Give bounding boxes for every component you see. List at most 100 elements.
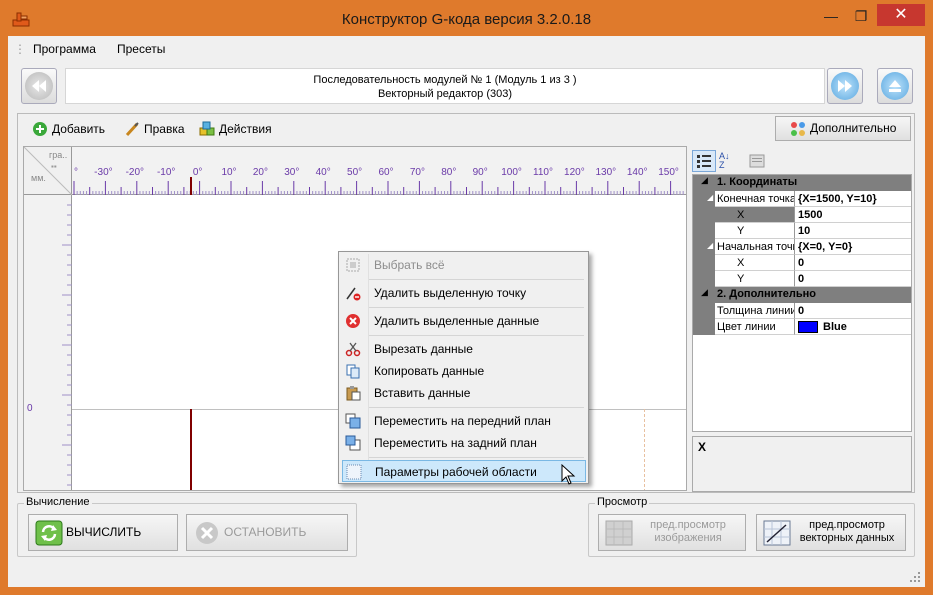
workspace-icon	[346, 464, 362, 480]
actions-button[interactable]: Действия	[199, 120, 272, 138]
prev-module-button[interactable]	[21, 68, 57, 104]
ruler-tick-label: 50°	[347, 167, 362, 178]
prop-start-x[interactable]: X0	[693, 255, 911, 271]
delete-point-icon	[346, 287, 361, 301]
more-button[interactable]: Дополнительно	[775, 116, 911, 141]
ruler-tick-label: °	[74, 167, 78, 178]
select-all-icon	[346, 258, 360, 272]
expand-icon: ◢	[707, 241, 714, 250]
collapse-icon: ◢	[701, 287, 708, 297]
ruler-left-ticks	[62, 204, 72, 486]
property-description: X	[692, 436, 912, 492]
calculate-button[interactable]: ВЫЧИСЛИТЬ	[28, 514, 178, 551]
vector-preview-icon	[763, 520, 791, 546]
work-area-border	[644, 409, 645, 490]
ruler-tick-label: 100°	[501, 167, 522, 178]
ruler-tick-label: 20°	[253, 167, 268, 178]
menu-bar: ⋮ Программа Пресеты	[8, 38, 925, 60]
copy-icon	[346, 364, 360, 379]
ruler-tick-label: 10°	[221, 167, 236, 178]
ruler-units-degrees: гра..	[49, 150, 68, 160]
edit-button[interactable]: Правка	[124, 120, 185, 138]
close-button[interactable]: ✕	[877, 4, 925, 26]
resize-grip-icon[interactable]	[909, 571, 921, 583]
minimize-button[interactable]: —	[818, 6, 844, 26]
ruler-tick-label: -30°	[94, 167, 112, 178]
ruler-left[interactable]: 0	[24, 195, 72, 490]
property-pages-button[interactable]	[748, 152, 766, 170]
stop-button[interactable]: ОСТАНОВИТЬ	[186, 514, 348, 551]
mouse-cursor-icon	[561, 464, 576, 485]
next-module-button[interactable]	[827, 68, 863, 104]
ruler-zero-marker	[190, 177, 192, 195]
prop-end-x[interactable]: X 1500	[693, 207, 911, 223]
menu-workspace-params[interactable]: Параметры рабочей области	[342, 460, 586, 482]
prop-start-y[interactable]: Y0	[693, 271, 911, 287]
refresh-icon	[35, 520, 63, 546]
paste-icon	[346, 386, 361, 401]
sort-az-button[interactable]: A↓ Z	[719, 152, 739, 172]
category-additional[interactable]: ◢ 2. Дополнительно	[693, 287, 911, 303]
menu-paste[interactable]: Вставить данные	[342, 382, 586, 404]
menu-cut[interactable]: Вырезать данные	[342, 338, 586, 360]
fast-forward-icon	[831, 72, 859, 100]
brush-icon	[125, 122, 139, 137]
prop-line-color[interactable]: Цвет линии Blue	[693, 319, 911, 335]
menu-program[interactable]: Программа	[33, 42, 96, 56]
ruler-corner: гра.. мм. ▪▪	[24, 147, 72, 195]
ruler-tick-label: 0°	[193, 167, 203, 178]
category-coordinates[interactable]: ◢ 1. Координаты	[693, 175, 911, 191]
preview-image-button[interactable]: пред.просмотр изображения	[598, 514, 746, 551]
categorized-view-button[interactable]	[692, 150, 716, 172]
ruler-tick-label: 70°	[410, 167, 425, 178]
ruler-tick-label: 150°	[658, 167, 679, 178]
sort-az-icon: A↓ Z	[719, 151, 730, 170]
ruler-top[interactable]: ° -30° -20° -10° 0° 10° 20° 30° 40° 50° 60° 70° 80° 9…	[72, 147, 686, 195]
preview-vector-button[interactable]: пред.просмотр векторных данных	[756, 514, 906, 551]
preview-group: Просмотр пред.просмотр изображения пред.…	[588, 496, 915, 557]
property-table: ◢ 1. Координаты ◢ Конечная точка {X=1500, Y…	[692, 174, 912, 432]
sequence-line-1: Последовательность модулей № 1 (Модуль 1…	[313, 74, 577, 86]
ruler-tick-label: -20°	[126, 167, 144, 178]
prop-end-point[interactable]: ◢ Конечная точка {X=1500, Y=10}	[693, 191, 911, 207]
collapse-icon: ◢	[701, 175, 708, 185]
prop-line-thickness[interactable]: Толщина линии 0	[693, 303, 911, 319]
prop-start-point[interactable]: ◢Начальная точка{X=0, Y=0}	[693, 239, 911, 255]
ruler-tick-label: 140°	[627, 167, 648, 178]
color-swatch	[798, 321, 818, 333]
expand-icon: ◢	[707, 193, 714, 202]
menu-delete-point[interactable]: Удалить выделенную точку	[342, 282, 586, 304]
menu-bring-front[interactable]: Переместить на передний план	[342, 410, 586, 432]
send-back-icon	[345, 435, 361, 451]
ruler-tick-label: 110°	[533, 167, 553, 178]
ruler-tick-label: -10°	[157, 167, 175, 178]
bring-front-icon	[345, 413, 361, 429]
stop-icon	[196, 522, 218, 544]
list-icon	[697, 155, 711, 168]
menu-delete-data[interactable]: Удалить выделенные данные	[342, 310, 586, 332]
ruler-units-mm: мм.	[31, 173, 46, 183]
calc-group: Вычисление ВЫЧИСЛИТЬ ОСТАНОВИТЬ	[17, 496, 357, 557]
ruler-tick-label: 130°	[595, 167, 616, 178]
plus-icon	[33, 122, 47, 136]
eject-button[interactable]	[877, 68, 913, 104]
menu-send-back[interactable]: Переместить на задний план	[342, 432, 586, 454]
ruler-tick-label: 30°	[284, 167, 299, 178]
image-preview-icon	[605, 520, 633, 546]
pages-icon	[749, 154, 765, 168]
cubes-icon	[199, 121, 215, 136]
grid-icon: ▪▪	[51, 162, 57, 171]
menu-presets[interactable]: Пресеты	[117, 42, 165, 56]
ruler-tick-label: 60°	[378, 167, 393, 178]
menu-copy[interactable]: Копировать данные	[342, 360, 586, 382]
menu-select-all[interactable]: Выбрать всё	[342, 254, 586, 276]
ruler-tick-label: 90°	[473, 167, 488, 178]
prop-end-y[interactable]: Y 10	[693, 223, 911, 239]
ruler-top-ticks: ° -30° -20° -10° 0° 10° 20° 30° 40° 50° 60° 70° 80° 9…	[73, 167, 684, 195]
ruler-tick-label: 120°	[564, 167, 585, 178]
maximize-button[interactable]: ❐	[848, 6, 874, 26]
sequence-info: Последовательность модулей № 1 (Модуль 1…	[65, 68, 825, 104]
ruler-left-zero: 0	[27, 403, 33, 414]
scissors-icon	[345, 342, 361, 357]
add-button[interactable]: Добавить	[32, 120, 105, 138]
